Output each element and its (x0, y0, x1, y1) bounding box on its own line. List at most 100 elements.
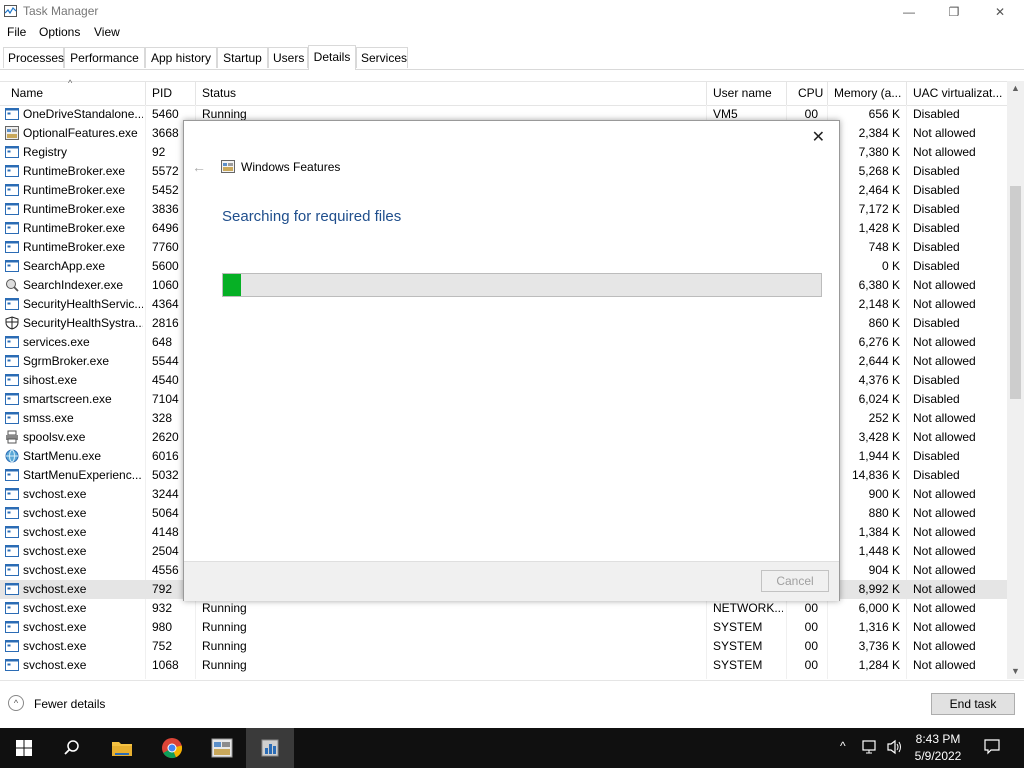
process-uac: Disabled (913, 392, 960, 406)
app-icon (5, 164, 19, 178)
tab-users[interactable]: Users (268, 47, 308, 68)
taskbar-windows-features[interactable] (198, 728, 246, 768)
process-memory: 1,316 K (858, 620, 900, 634)
volume-icon[interactable] (886, 739, 904, 755)
process-uac: Disabled (913, 107, 960, 121)
cancel-button[interactable]: Cancel (761, 570, 829, 592)
app-icon (5, 601, 19, 615)
clock-date[interactable]: 5/9/2022 (910, 749, 966, 763)
app-icon (5, 525, 19, 539)
app-icon (5, 506, 19, 520)
vertical-scrollbar[interactable]: ▲ ▼ (1007, 81, 1024, 679)
table-header: ^ Name PID Status User name CPU Memory (… (0, 78, 1007, 106)
column-cpu[interactable]: CPU (798, 86, 823, 100)
dialog-close-icon[interactable]: ✕ (812, 127, 825, 147)
printer-icon (5, 430, 19, 444)
column-divider[interactable] (145, 82, 146, 105)
process-memory: 6,000 K (858, 601, 900, 615)
process-uac: Disabled (913, 449, 960, 463)
process-uac: Not allowed (913, 430, 976, 444)
table-row[interactable]: svchost.exe 1068 Running SYSTEM 00 1,284 K Not… (0, 656, 1007, 675)
column-divider[interactable] (906, 82, 907, 105)
column-name[interactable]: Name (11, 86, 43, 100)
app-icon (5, 373, 19, 387)
process-user-name: NETWORK... (713, 601, 783, 615)
process-name: SearchApp.exe (23, 259, 106, 273)
back-arrow-icon[interactable]: ← (192, 159, 206, 175)
process-pid: 5460 (152, 107, 179, 121)
tab-processes[interactable]: Processes (3, 47, 64, 68)
tab-performance[interactable]: Performance (64, 47, 145, 68)
close-button[interactable]: ✕ (977, 0, 1023, 24)
app-icon (5, 468, 19, 482)
process-uac: Not allowed (913, 354, 976, 368)
process-pid: 980 (152, 620, 173, 634)
menu-options[interactable]: Options (39, 25, 80, 39)
app-icon (5, 487, 19, 501)
column-memory[interactable]: Memory (a... (834, 86, 902, 100)
maximize-button[interactable]: ❐ (931, 0, 977, 24)
end-task-button[interactable]: End task (931, 693, 1015, 715)
clock-time[interactable]: 8:43 PM (910, 732, 966, 746)
column-status[interactable]: Status (202, 86, 236, 100)
notification-icon[interactable] (984, 739, 1000, 755)
taskbar-file-explorer[interactable] (98, 728, 146, 768)
app-icon (5, 145, 19, 159)
process-cpu: 00 (804, 601, 818, 615)
app-icon (5, 107, 19, 121)
table-row[interactable]: svchost.exe 980 Running SYSTEM 00 1,316 K Not … (0, 618, 1007, 637)
column-divider[interactable] (195, 82, 196, 105)
tab-app-history[interactable]: App history (145, 47, 217, 68)
tab-startup[interactable]: Startup (217, 47, 268, 68)
app-icon (5, 582, 19, 596)
app-icon (5, 620, 19, 634)
process-uac: Disabled (913, 183, 960, 197)
app-icon (5, 240, 19, 254)
process-name: svchost.exe (23, 620, 87, 634)
process-pid: 1068 (152, 658, 179, 672)
taskbar-search-button[interactable] (48, 728, 96, 768)
process-uac: Disabled (913, 202, 960, 216)
chrome-icon (162, 738, 183, 759)
process-uac: Not allowed (913, 525, 976, 539)
process-name: Registry (23, 145, 68, 159)
chevron-up-icon[interactable]: ^ (8, 695, 24, 711)
process-name: smss.exe (23, 411, 74, 425)
shield-icon (5, 316, 19, 330)
scroll-up-arrow-icon[interactable]: ▲ (1007, 83, 1024, 93)
process-name: SearchIndexer.exe (23, 278, 124, 292)
window-title: Task Manager (23, 4, 99, 18)
menu-bar: File Options View (0, 24, 1024, 42)
process-status: Running (202, 620, 247, 634)
menu-file[interactable]: File (7, 25, 26, 39)
app-icon (5, 544, 19, 558)
network-icon[interactable] (862, 740, 880, 754)
table-row[interactable]: svchost.exe 932 Running NETWORK... 00 6,000 K… (0, 599, 1007, 618)
column-pid[interactable]: PID (152, 86, 172, 100)
windows-features-dialog: ✕ ← Windows Features Searching for requi… (183, 120, 840, 601)
column-user-name[interactable]: User name (713, 86, 772, 100)
process-uac: Not allowed (913, 145, 976, 159)
menu-view[interactable]: View (94, 25, 120, 39)
start-button[interactable] (0, 728, 48, 768)
column-divider[interactable] (786, 82, 787, 105)
taskbar-chrome[interactable] (148, 728, 196, 768)
process-uac: Not allowed (913, 278, 976, 292)
scroll-down-arrow-icon[interactable]: ▼ (1007, 666, 1024, 676)
process-status: Running (202, 658, 247, 672)
scrollbar-thumb[interactable] (1010, 186, 1021, 399)
process-user-name: SYSTEM (713, 658, 763, 672)
tab-services[interactable]: Services (356, 47, 408, 68)
table-row[interactable]: svchost.exe 752 Running SYSTEM 00 3,736 K Not … (0, 637, 1007, 656)
minimize-button[interactable]: — (886, 0, 932, 24)
column-uac[interactable]: UAC virtualizat... (913, 86, 1005, 100)
fewer-details-link[interactable]: Fewer details (34, 697, 105, 711)
taskbar-task-manager[interactable] (246, 728, 294, 768)
tab-details[interactable]: Details (308, 45, 356, 70)
chevron-up-icon[interactable]: ^ (840, 739, 846, 753)
process-uac: Not allowed (913, 563, 976, 577)
process-memory: 3,736 K (858, 639, 900, 653)
process-uac: Disabled (913, 316, 960, 330)
column-divider[interactable] (706, 82, 707, 105)
column-divider[interactable] (827, 82, 828, 105)
